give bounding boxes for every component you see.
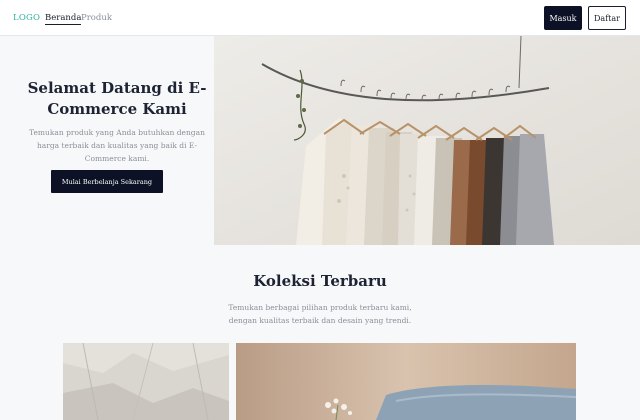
clothes-rack-illustration [214, 36, 640, 245]
hero-title: Selamat Datang di E-Commerce Kami [27, 79, 207, 118]
hero-image [214, 36, 640, 245]
collection-subtitle: Temukan berbagai pilihan produk terbaru … [228, 303, 412, 325]
denim-flowers-illustration [236, 343, 576, 420]
product-card-image[interactable] [63, 343, 229, 420]
hero-subtitle: Temukan produk yang Anda butuhkan dengan… [29, 128, 205, 163]
navbar: LOGO Beranda Produk Masuk Daftar [0, 0, 640, 36]
login-button[interactable]: Masuk [544, 6, 582, 30]
start-shopping-button[interactable]: Mulai Berbelanja Sekarang [51, 170, 163, 193]
nav-link-products[interactable]: Produk [81, 13, 112, 23]
logo[interactable]: LOGO [13, 13, 40, 23]
product-card-image[interactable] [236, 343, 576, 420]
nav-link-home[interactable]: Beranda [45, 13, 82, 25]
register-button[interactable]: Daftar [588, 6, 626, 30]
crumpled-paper-illustration [63, 343, 229, 420]
collection-title: Koleksi Terbaru [253, 272, 387, 290]
